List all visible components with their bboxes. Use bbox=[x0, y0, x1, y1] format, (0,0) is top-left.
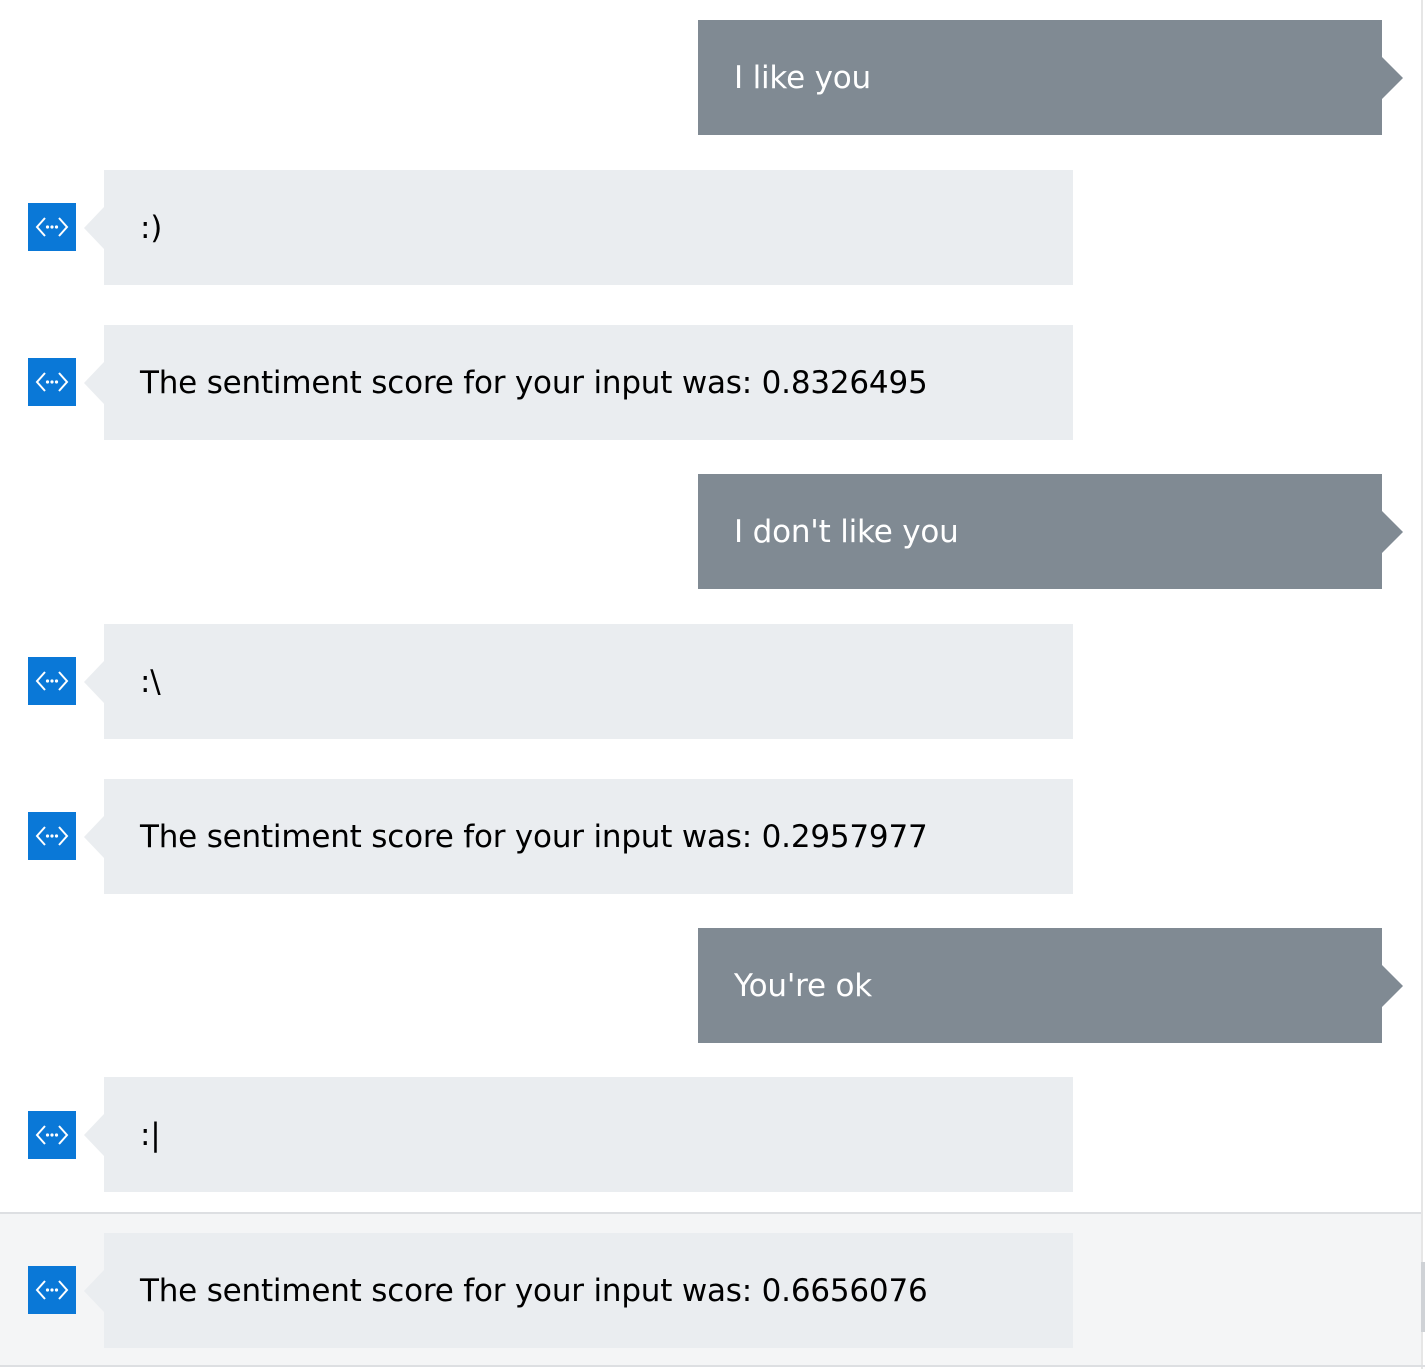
user-message-text: You're ok bbox=[734, 967, 873, 1004]
transcript-bottom-border bbox=[0, 1365, 1425, 1367]
bot-avatar-icon bbox=[28, 358, 76, 406]
bot-message-bubble[interactable]: :| bbox=[84, 1077, 1073, 1192]
user-message-bubble[interactable]: I like you bbox=[698, 20, 1403, 135]
bot-avatar-icon bbox=[28, 203, 76, 251]
scroll-track bbox=[1421, 0, 1423, 1369]
bot-message-text: :\ bbox=[140, 663, 161, 700]
bot-message-text: The sentiment score for your input was: … bbox=[140, 364, 928, 401]
scrollbar-thumb[interactable] bbox=[1421, 1262, 1425, 1332]
bot-message-bubble[interactable]: :) bbox=[84, 170, 1073, 285]
bot-message-bubble[interactable]: The sentiment score for your input was: … bbox=[84, 325, 1073, 440]
user-message-text: I don't like you bbox=[734, 513, 959, 550]
code-brackets-icon bbox=[35, 671, 69, 691]
bot-message-text: The sentiment score for your input was: … bbox=[140, 818, 928, 855]
code-brackets-icon bbox=[35, 217, 69, 237]
code-brackets-icon bbox=[35, 826, 69, 846]
code-brackets-icon bbox=[35, 1125, 69, 1145]
bot-message-text: The sentiment score for your input was: … bbox=[140, 1272, 928, 1309]
bot-avatar-icon bbox=[28, 1266, 76, 1314]
user-message-text: I like you bbox=[734, 59, 871, 96]
bot-avatar-icon bbox=[28, 1111, 76, 1159]
bot-message-bubble[interactable]: The sentiment score for your input was: … bbox=[84, 1233, 1073, 1348]
code-brackets-icon bbox=[35, 372, 69, 392]
user-message-bubble[interactable]: You're ok bbox=[698, 928, 1403, 1043]
bot-message-bubble[interactable]: :\ bbox=[84, 624, 1073, 739]
bot-message-text: :) bbox=[140, 209, 163, 246]
user-message-bubble[interactable]: I don't like you bbox=[698, 474, 1403, 589]
bot-message-text: :| bbox=[140, 1116, 161, 1153]
bot-message-bubble[interactable]: The sentiment score for your input was: … bbox=[84, 779, 1073, 894]
bot-avatar-icon bbox=[28, 657, 76, 705]
bot-avatar-icon bbox=[28, 812, 76, 860]
chat-transcript: I like you :) The sentiment score for yo… bbox=[0, 0, 1425, 1369]
code-brackets-icon bbox=[35, 1280, 69, 1300]
